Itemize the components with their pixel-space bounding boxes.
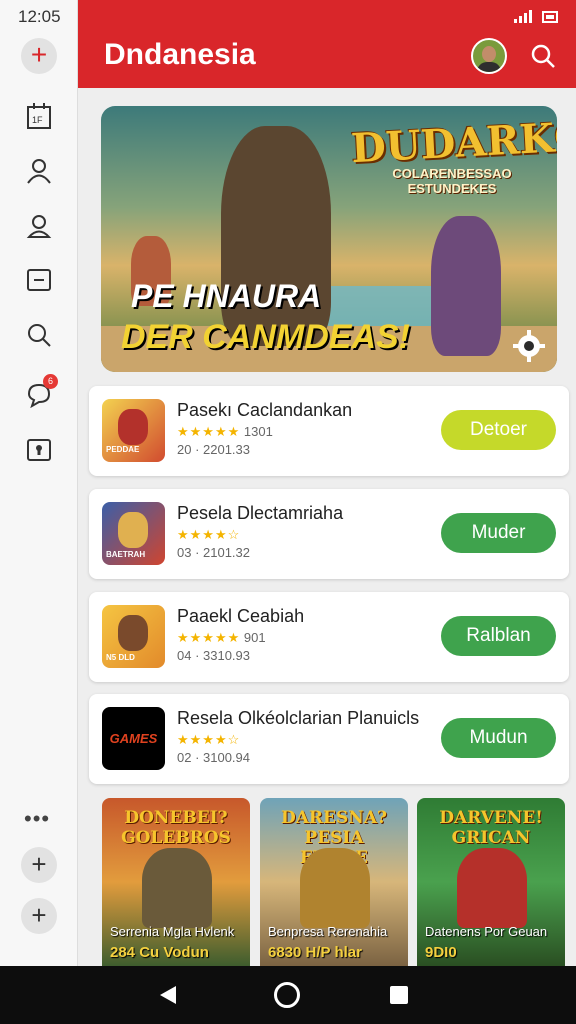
profile-icon[interactable] — [24, 156, 54, 186]
status-time: 12:05 — [18, 7, 61, 26]
side-navigation: + 1F 6 ••• + + — [0, 0, 78, 966]
app-rating: ★★★★☆ — [177, 527, 241, 542]
tile-title: DARVENE! GRICAN — [439, 808, 543, 848]
calendar-icon[interactable]: 1F — [24, 101, 54, 131]
app-name: Paaekl Ceabiah — [177, 606, 305, 626]
search-icon[interactable] — [24, 320, 54, 350]
tile-name: Datenens Por Geuan — [425, 924, 548, 939]
app-rating: ★★★★★ 1301 — [177, 424, 273, 439]
app-icon: BAETRAH — [102, 502, 165, 565]
tile-tag: 9DI0 — [425, 944, 457, 961]
game-tile[interactable]: DONEBEI? GOLEBROS Serrenia Mgla Hvlenk 2… — [102, 798, 250, 966]
app-meta: 20 · 2201.33 — [177, 442, 251, 457]
tile-title: DONEBEI? GOLEBROS — [121, 808, 231, 848]
app-icon: GAMES — [102, 707, 165, 770]
banner-tagline-2: DER CANMDEAS! — [121, 318, 410, 356]
muder-button[interactable]: Muder — [441, 513, 556, 553]
svg-text:1F: 1F — [32, 115, 43, 125]
add-button[interactable]: + — [21, 38, 57, 74]
back-icon[interactable] — [160, 986, 176, 1004]
banner-tagline-1: PE HNAURA — [131, 278, 322, 314]
app-name: Pasekı Caclandankan — [177, 400, 353, 420]
banner-subtitle: COLARENBESSAO ESTUNDEKES — [392, 166, 512, 196]
game-tile[interactable]: DARVENE! GRICAN Datenens Por Geuan 9DI0 — [417, 798, 565, 966]
tile-name: Serrenia Mgla Hvlenk — [110, 924, 235, 939]
app-name: Resela Olkéolclarian Planuicls — [177, 708, 420, 728]
game-tile[interactable]: DARESNA? PESIA FRANE Benpresa Rerenahia … — [260, 798, 408, 966]
app-meta: 03 · 2101.32 — [177, 545, 251, 560]
more-icon[interactable]: ••• — [24, 806, 50, 832]
warrior-image — [300, 848, 370, 928]
featured-banner[interactable]: DUDARKG COLARENBESSAO ESTUNDEKES PE HNAU… — [101, 106, 557, 372]
app-list-item[interactable]: BAETRAH Pesela Dlectamriaha ★★★★☆ 03 · 2… — [89, 489, 569, 579]
app-rating: ★★★★★ 901 — [177, 630, 266, 645]
mudun-button[interactable]: Mudun — [441, 718, 556, 758]
avatar[interactable] — [471, 38, 507, 74]
user-icon[interactable] — [24, 211, 54, 241]
app-list-item[interactable]: GAMES Resela Olkéolclarian Planuicls ★★★… — [89, 694, 569, 784]
app-icon: N5 DLD — [102, 605, 165, 668]
app-title: Dndanesia — [104, 38, 256, 71]
banner-title: DUDARKG — [349, 112, 557, 173]
add-circle-button[interactable]: + — [21, 847, 57, 883]
app-name: Pesela Dlectamriaha — [177, 503, 344, 523]
tile-tag: 284 Cu Vodun — [110, 944, 209, 961]
app-list-item[interactable]: N5 DLD Paaekl Ceabiah ★★★★★ 901 04 · 331… — [89, 592, 569, 682]
detoer-button[interactable]: Detoer — [441, 410, 556, 450]
battery-icon — [542, 11, 558, 23]
recents-icon[interactable] — [390, 986, 408, 1004]
tile-name: Benpresa Rerenahia — [268, 924, 388, 939]
fighter-image — [431, 216, 501, 356]
tile-tag: 6830 H/P hlar — [268, 944, 362, 961]
add-circle-button-2[interactable]: + — [21, 898, 57, 934]
app-rating: ★★★★☆ — [177, 732, 241, 747]
status-bar: 12:05 — [0, 0, 576, 32]
app-meta: 02 · 3100.94 — [177, 750, 251, 765]
lock-icon[interactable] — [24, 435, 54, 465]
app-list-item[interactable]: PEDDAE Pasekı Caclandankan ★★★★★ 1301 20… — [89, 386, 569, 476]
header-search-icon[interactable] — [529, 42, 557, 70]
signal-icon — [514, 9, 532, 23]
app-icon: PEDDAE — [102, 399, 165, 462]
chat-icon[interactable]: 6 — [24, 374, 58, 410]
minus-box-icon[interactable] — [24, 265, 54, 295]
wolf-image — [142, 848, 212, 928]
gear-icon[interactable] — [511, 328, 547, 364]
home-icon[interactable] — [274, 982, 300, 1008]
notification-badge: 6 — [43, 374, 58, 389]
app-meta: 04 · 3310.93 — [177, 648, 251, 663]
system-nav-bar — [0, 966, 576, 1024]
soldier-image — [457, 848, 527, 928]
ralblan-button[interactable]: Ralblan — [441, 616, 556, 656]
